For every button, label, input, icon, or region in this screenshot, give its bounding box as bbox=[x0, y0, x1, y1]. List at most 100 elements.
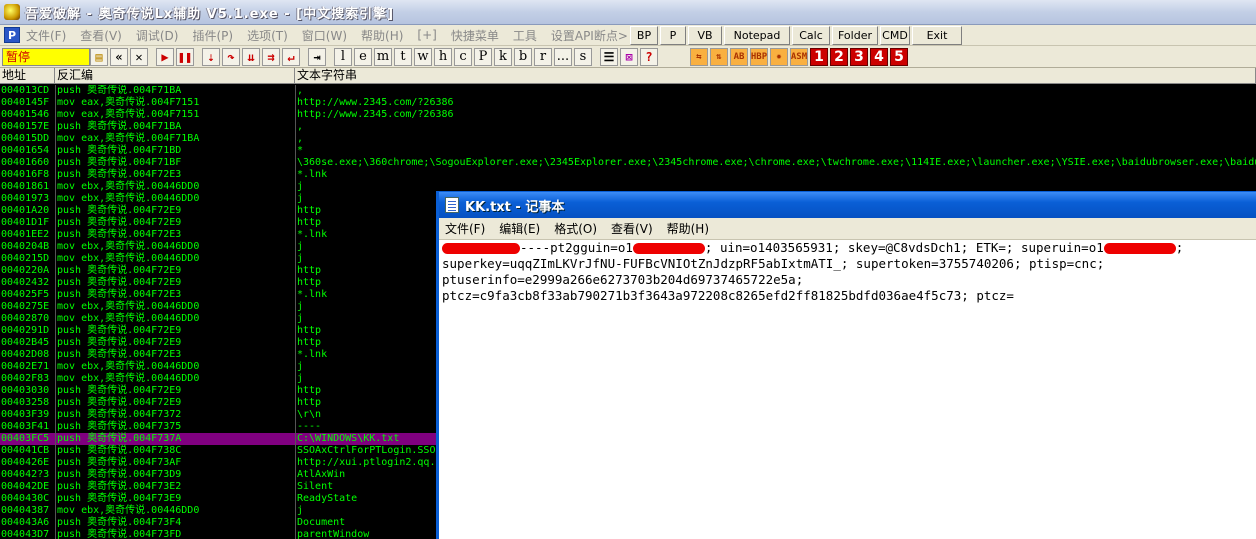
notepad-menu-edit[interactable]: 编辑(E) bbox=[499, 220, 540, 237]
plugin-gear-icon[interactable]: ✹ bbox=[770, 47, 788, 66]
table-row[interactable]: 0040145F mov eax,奥奇传说.004F7151 http://www.… bbox=[0, 97, 1256, 109]
step-into-icon[interactable]: ⇣ bbox=[202, 47, 220, 66]
menu-set-api-breakpoint[interactable]: 设置API断点> bbox=[551, 27, 628, 44]
cell-address: 00403F39 bbox=[1, 409, 50, 420]
references-button[interactable]: r bbox=[534, 47, 552, 66]
step-over-icon[interactable]: ↷ bbox=[222, 47, 240, 66]
notepad-title-bar[interactable]: KK.txt - 记事本 bbox=[439, 192, 1256, 218]
column-divider bbox=[295, 85, 296, 539]
cell-address: 0040275E bbox=[1, 301, 50, 312]
cell-address: 00402432 bbox=[1, 277, 50, 288]
breakpoints-button[interactable]: b bbox=[514, 47, 532, 66]
cell-address: 0040204B bbox=[1, 241, 50, 252]
notepad-menu-view[interactable]: 查看(V) bbox=[611, 220, 653, 237]
calc-button[interactable]: Calc bbox=[792, 26, 830, 45]
folder-button[interactable]: Folder bbox=[832, 26, 878, 45]
vb-button[interactable]: VB bbox=[688, 26, 722, 45]
cell-disasm: push 奥奇传说.004F72E9 bbox=[57, 385, 182, 396]
cell-address: 00401660 bbox=[1, 157, 50, 168]
notepad-window[interactable]: KK.txt - 记事本 文件(F) 编辑(E) 格式(O) 查看(V) 帮助(… bbox=[436, 191, 1256, 539]
cell-disasm: push 奥奇传说.004F7375 bbox=[57, 421, 182, 432]
menu-file[interactable]: 文件(F) bbox=[26, 27, 66, 44]
patches-button[interactable]: P bbox=[474, 47, 492, 66]
cell-disasm: push 奥奇传说.004F73AF bbox=[57, 457, 182, 468]
status-paused: 暂停 bbox=[2, 47, 90, 66]
exit-button[interactable]: Exit bbox=[912, 26, 962, 45]
table-row[interactable]: 0040157E push 奥奇传说.004F71BA, bbox=[0, 121, 1256, 133]
redaction-mark bbox=[442, 243, 520, 254]
hbp-button[interactable]: HBP bbox=[750, 47, 768, 66]
table-row[interactable]: 00401546 mov eax,奥奇传说.004F7151 http://www.… bbox=[0, 109, 1256, 121]
column-header-address[interactable]: 地址 bbox=[0, 68, 55, 84]
handles-button[interactable]: h bbox=[434, 47, 452, 66]
plugin-swap-icon[interactable]: ⇅ bbox=[710, 47, 728, 66]
plugin-ab-icon[interactable]: AB bbox=[730, 47, 748, 66]
cpu-button[interactable]: c bbox=[454, 47, 472, 66]
open-icon[interactable]: ▤ bbox=[90, 47, 108, 66]
menu-shortcut[interactable]: 快捷菜单 bbox=[451, 27, 499, 44]
notepad-menu-help[interactable]: 帮助(H) bbox=[667, 220, 709, 237]
cmd-button[interactable]: CMD bbox=[880, 26, 910, 45]
cell-address: 004042DE bbox=[1, 481, 50, 492]
log-window-button[interactable]: l bbox=[334, 47, 352, 66]
menu-tools[interactable]: 工具 bbox=[513, 27, 537, 44]
source-button[interactable]: s bbox=[574, 47, 592, 66]
title-bar: 吾爱破解 - 奥奇传说Lx辅助 V5.1.exe - [中文搜索引擎] bbox=[0, 0, 1256, 25]
notepad-button[interactable]: Notepad bbox=[724, 26, 790, 45]
plugin-p-icon[interactable]: P bbox=[4, 27, 20, 43]
menu-plus[interactable]: [+] bbox=[417, 28, 436, 42]
table-row[interactable]: 004015DD mov eax,奥奇传说.004F71BA, bbox=[0, 133, 1256, 145]
cell-disasm: push 奥奇传说.004F73D9 bbox=[57, 469, 182, 480]
redaction-mark bbox=[632, 243, 705, 254]
table-row[interactable]: 004013CD push 奥奇传说.004F71BA, bbox=[0, 85, 1256, 97]
bp-button[interactable]: BP bbox=[630, 26, 658, 45]
notepad-menu-file[interactable]: 文件(F) bbox=[445, 220, 485, 237]
menu-debug[interactable]: 调试(D) bbox=[136, 27, 179, 44]
executable-modules-button[interactable]: e bbox=[354, 47, 372, 66]
asm-button[interactable]: ASM bbox=[790, 47, 808, 66]
p-button[interactable]: P bbox=[660, 26, 686, 45]
app-icon bbox=[4, 4, 20, 20]
menu-window[interactable]: 窗口(W) bbox=[302, 27, 347, 44]
table-row[interactable]: 00401660 push 奥奇传说.004F71BF \360se.exe;\36… bbox=[0, 157, 1256, 169]
run-icon[interactable]: ▶ bbox=[156, 47, 174, 66]
cell-disasm: push 奥奇传说.004F72E3 bbox=[57, 169, 182, 180]
list-icon[interactable]: ☰ bbox=[600, 47, 618, 66]
close-icon[interactable]: ✕ bbox=[130, 47, 148, 66]
menu-plugins[interactable]: 插件(P) bbox=[192, 27, 233, 44]
trace-over-icon[interactable]: ⇉ bbox=[262, 47, 280, 66]
run-trace-button[interactable]: ... bbox=[554, 47, 572, 66]
bookmark-2-button[interactable]: 2 bbox=[830, 47, 848, 66]
trace-into-icon[interactable]: ⇊ bbox=[242, 47, 260, 66]
bookmark-4-button[interactable]: 4 bbox=[870, 47, 888, 66]
call-stack-button[interactable]: k bbox=[494, 47, 512, 66]
plugin-arrows-icon[interactable]: ⇆ bbox=[690, 47, 708, 66]
pause-icon[interactable]: ❚❚ bbox=[176, 47, 194, 66]
table-row[interactable]: 00401654 push 奥奇传说.004F71BD * bbox=[0, 145, 1256, 157]
memory-map-button[interactable]: m bbox=[374, 47, 392, 66]
menu-view[interactable]: 查看(V) bbox=[80, 27, 122, 44]
notepad-text-area[interactable]: ----pt2gguin=o1; uin=o1403565931; skey=@… bbox=[439, 240, 1256, 304]
threads-button[interactable]: t bbox=[394, 47, 412, 66]
help-icon[interactable]: ? bbox=[640, 47, 658, 66]
column-header-string[interactable]: 文本字符串 bbox=[295, 68, 1256, 84]
column-header-disasm[interactable]: 反汇编 bbox=[55, 68, 295, 84]
cell-address: 004041CB bbox=[1, 445, 50, 456]
execute-till-return-icon[interactable]: ↵ bbox=[282, 47, 300, 66]
cell-disasm: push 奥奇传说.004F71BA bbox=[57, 121, 182, 132]
table-row[interactable]: 004016F8 push 奥奇传说.004F72E3 *.lnk bbox=[0, 169, 1256, 181]
rewind-icon[interactable]: « bbox=[110, 47, 128, 66]
bookmark-3-button[interactable]: 3 bbox=[850, 47, 868, 66]
notepad-menu-format[interactable]: 格式(O) bbox=[554, 220, 597, 237]
menu-help[interactable]: 帮助(H) bbox=[361, 27, 403, 44]
bookmark-5-button[interactable]: 5 bbox=[890, 47, 908, 66]
notepad-line-4: ptcz=c9fa3cb8f33ab790271b3f3643a972208c8… bbox=[442, 288, 1014, 303]
settings-icon[interactable]: ⊠ bbox=[620, 47, 638, 66]
cell-address: 00403258 bbox=[1, 397, 50, 408]
bookmark-1-button[interactable]: 1 bbox=[810, 47, 828, 66]
menu-options[interactable]: 选项(T) bbox=[247, 27, 288, 44]
cell-address: 00402E71 bbox=[1, 361, 50, 372]
go-to-icon[interactable]: ⇥ bbox=[308, 47, 326, 66]
cell-address: 004043A6 bbox=[1, 517, 50, 528]
windows-button[interactable]: w bbox=[414, 47, 432, 66]
